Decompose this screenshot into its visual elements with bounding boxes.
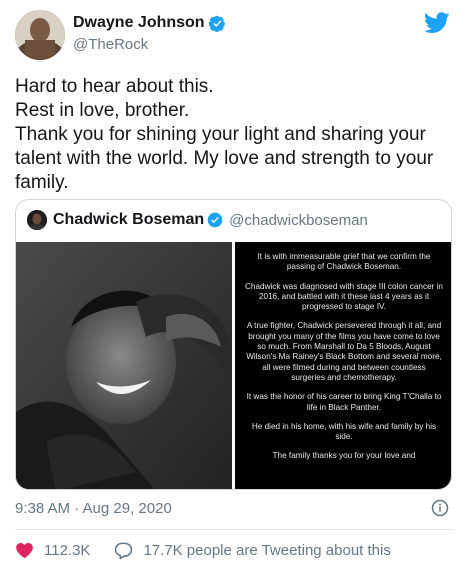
tweet-text-line: Thank you for shining your light and sha… — [15, 124, 434, 193]
author-name[interactable]: Dwayne Johnson — [73, 14, 205, 32]
twitter-bird-icon[interactable] — [424, 12, 450, 34]
author-avatar-image — [15, 10, 65, 60]
statement-paragraph: The family thanks you for your love and — [272, 451, 416, 461]
tweet-timestamp[interactable]: 9:38 AM · Aug 29, 2020 — [15, 500, 172, 517]
quoted-tweet[interactable]: Chadwick Boseman @chadwickboseman It is … — [15, 199, 452, 490]
tweet-actions: 112.3K 17.7K people are Tweeting about t… — [15, 541, 391, 560]
tweet-text-line: Hard to hear about this. — [15, 76, 214, 97]
author-avatar[interactable] — [15, 10, 65, 60]
portrait-photo-image — [16, 242, 232, 489]
reply-icon — [115, 542, 133, 560]
author-handle[interactable]: @TheRock — [73, 36, 148, 53]
quoted-media[interactable]: It is with immeasurable grief that we co… — [16, 242, 451, 489]
verified-badge-icon — [207, 212, 223, 228]
statement-paragraph: It was the honor of his career to bring … — [246, 392, 442, 412]
info-icon[interactable] — [431, 499, 449, 517]
statement-image[interactable]: It is with immeasurable grief that we co… — [235, 242, 451, 489]
quoted-author-avatar[interactable] — [27, 210, 47, 230]
statement-paragraph: He died in his home, with his wife and f… — [251, 421, 437, 442]
tweet-text: Hard to hear about this. Rest in love, b… — [15, 75, 455, 195]
verified-badge-icon — [208, 15, 225, 32]
quoted-author-name[interactable]: Chadwick Boseman — [53, 211, 204, 229]
like-count: 112.3K — [44, 542, 91, 559]
tweet-text-line: Rest in love, brother. — [15, 100, 190, 121]
tweeting-about-text: 17.7K people are Tweeting about this — [143, 542, 391, 559]
quoted-author-handle[interactable]: @chadwickboseman — [229, 212, 368, 229]
like-button[interactable]: 112.3K — [15, 541, 90, 560]
statement-paragraph: A true fighter, Chadwick persevered thro… — [246, 321, 442, 382]
heart-icon — [16, 542, 33, 559]
reply-button[interactable]: 17.7K people are Tweeting about this — [114, 541, 391, 560]
statement-paragraph: Chadwick was diagnosed with stage III co… — [245, 281, 443, 312]
quoted-avatar-image — [27, 210, 47, 230]
portrait-photo[interactable] — [16, 242, 232, 489]
divider — [15, 529, 452, 530]
statement-paragraph: It is with immeasurable grief that we co… — [257, 252, 431, 272]
tweet-card: Dwayne Johnson @TheRock Hard to hear abo… — [0, 0, 466, 570]
